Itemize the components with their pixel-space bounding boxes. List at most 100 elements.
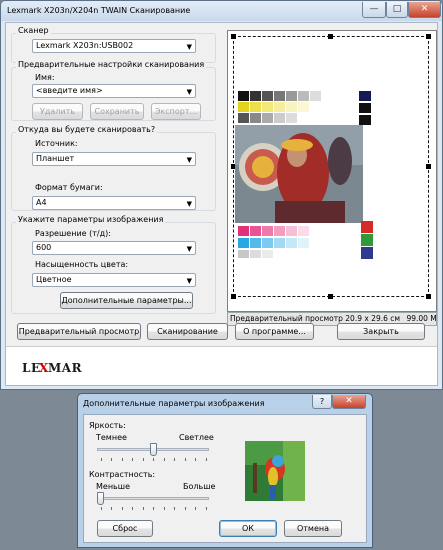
slider-tick (143, 458, 144, 461)
title-bar[interactable]: Lexmark X203n/X204n TWAIN Сканирование —… (1, 1, 442, 21)
slider-tick (174, 458, 175, 461)
advanced-settings-button[interactable]: Дополнительные параметры... (60, 292, 193, 309)
resize-handle-top-right[interactable] (426, 34, 431, 39)
slider-tick (153, 458, 154, 461)
contrast-min-label: Меньше (96, 482, 131, 491)
resolution-value: 600 (36, 243, 52, 252)
preset-name-value: <введите имя> (36, 86, 103, 95)
status-file-size: 99.00 Мбайт (406, 314, 437, 323)
chart-color-strip (359, 91, 371, 125)
contrast-slider[interactable] (97, 492, 209, 514)
source-value: Планшет (36, 154, 75, 163)
reset-button[interactable]: Сброс (97, 520, 153, 537)
slider-tick (153, 507, 154, 510)
color-depth-label: Насыщенность цвета: (35, 260, 129, 269)
image-params-label: Укажите параметры изображения (16, 215, 166, 224)
close-window-button[interactable]: ✕ (408, 2, 441, 18)
ok-button[interactable]: ОК (219, 520, 277, 537)
slider-tick (206, 507, 207, 510)
svg-text:MARK: MARK (48, 361, 82, 374)
source-label: Источник: (35, 139, 78, 148)
window-title: Lexmark X203n/X204n TWAIN Сканирование (7, 6, 191, 15)
scanned-test-chart-image (235, 81, 375, 277)
brightness-max-label: Светлее (179, 433, 214, 442)
contrast-ticks (97, 507, 209, 511)
brightness-label: Яркость: (89, 421, 126, 430)
brand-strip: LE X MARK (6, 346, 437, 385)
contrast-thumb[interactable] (97, 492, 104, 505)
scanner-select[interactable]: Lexmark X203n:USB002 ▼ (32, 39, 196, 53)
resize-handle-right[interactable] (426, 164, 431, 169)
slider-tick (143, 507, 144, 510)
lexmark-logo-mark: LE X MARK (22, 361, 93, 375)
slider-tick (132, 458, 133, 461)
slider-tick (101, 458, 102, 461)
export-preset-button[interactable]: Экспорт... (151, 103, 201, 120)
scanner-value: Lexmark X203n:USB002 (36, 41, 134, 50)
paper-size-label: Формат бумаги: (35, 183, 103, 192)
save-preset-button[interactable]: Сохранить (90, 103, 144, 120)
preset-name-select[interactable]: <введите имя> ▼ (32, 84, 196, 98)
preset-name-label: Имя: (35, 73, 55, 82)
chevron-down-icon: ▼ (186, 88, 192, 96)
contrast-max-label: Больше (183, 482, 216, 491)
slider-tick (122, 507, 123, 510)
maximize-button[interactable]: □ (386, 2, 408, 18)
preview-thumbnail-image (245, 441, 305, 501)
advanced-settings-dialog: Дополнительные параметры изображения ? ✕… (77, 393, 373, 548)
minimize-button[interactable]: — (362, 2, 386, 18)
slider-tick (111, 458, 112, 461)
color-depth-select[interactable]: Цветное ▼ (32, 273, 196, 287)
resize-handle-bottom-right[interactable] (426, 294, 431, 299)
slider-tick (206, 458, 207, 461)
dialog-close-button[interactable]: ✕ (332, 395, 366, 409)
source-select[interactable]: Планшет ▼ (32, 152, 196, 166)
slider-tick (174, 507, 175, 510)
slider-tick (164, 507, 165, 510)
resolution-label: Разрешение (т/д): (35, 229, 111, 238)
brightness-ticks (97, 458, 209, 462)
slider-tick (101, 507, 102, 510)
resize-handle-bottom[interactable] (328, 294, 333, 299)
contrast-label: Контрастность: (89, 470, 156, 479)
slider-tick (195, 507, 196, 510)
cancel-button[interactable]: Отмена (284, 520, 342, 537)
scan-button[interactable]: Сканирование (147, 323, 228, 340)
resize-handle-top[interactable] (328, 34, 333, 39)
lexmark-logo: LE X MARK (22, 360, 93, 378)
slider-tick (132, 507, 133, 510)
brightness-thumb[interactable] (150, 443, 157, 456)
slider-tick (111, 507, 112, 510)
slider-tick (185, 507, 186, 510)
slider-tick (122, 458, 123, 461)
about-button[interactable]: О программе... (235, 323, 314, 340)
scan-window: Lexmark X203n/X204n TWAIN Сканирование —… (0, 0, 443, 390)
resolution-select[interactable]: 600 ▼ (32, 241, 196, 255)
dialog-title: Дополнительные параметры изображения (83, 399, 265, 408)
window-client: Сканер Lexmark X203n:USB002 ▼ Предварите… (5, 22, 438, 386)
slider-tick (195, 458, 196, 461)
preview-button[interactable]: Предварительный просмотр (17, 323, 141, 340)
chevron-down-icon: ▼ (186, 156, 192, 164)
source-group-label: Откуда вы будете сканировать? (16, 125, 158, 134)
svg-text:LE: LE (22, 361, 41, 374)
brightness-slider[interactable] (97, 443, 209, 465)
chevron-down-icon: ▼ (186, 277, 192, 285)
close-button[interactable]: Закрыть (337, 323, 425, 340)
status-mode: Предварительный просмотр (230, 314, 343, 323)
slider-tick (185, 458, 186, 461)
presets-group-label: Предварительные настройки сканирования (16, 60, 207, 69)
preview-pane[interactable] (227, 30, 437, 312)
scanner-group-label: Сканер (16, 26, 51, 35)
resize-handle-bottom-left[interactable] (231, 294, 236, 299)
delete-preset-button[interactable]: Удалить (32, 103, 83, 120)
status-size: 20.9 x 29.6 см (345, 314, 401, 323)
chevron-down-icon: ▼ (186, 245, 192, 253)
paper-size-value: A4 (36, 198, 47, 207)
slider-tick (164, 458, 165, 461)
contrast-track (97, 497, 209, 500)
help-button[interactable]: ? (312, 395, 332, 409)
paper-size-select[interactable]: A4 ▼ (32, 196, 196, 210)
chevron-down-icon: ▼ (186, 200, 192, 208)
resize-handle-top-left[interactable] (231, 34, 236, 39)
